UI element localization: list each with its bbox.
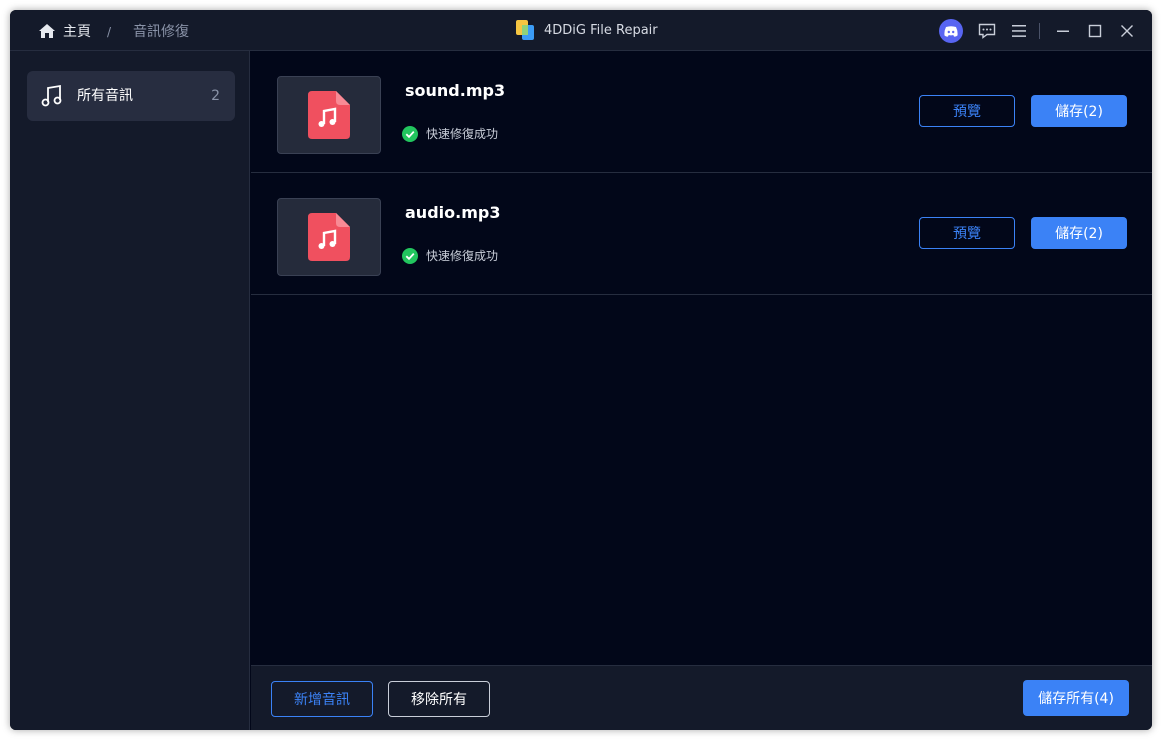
file-row: sound.mp3 快速修復成功 預覽 儲存(2) xyxy=(251,51,1152,173)
close-icon xyxy=(1121,25,1133,37)
preview-button[interactable]: 預覽 xyxy=(919,95,1015,127)
feedback-icon xyxy=(978,23,996,39)
maximize-icon xyxy=(1088,24,1102,38)
sidebar: 所有音訊 2 xyxy=(10,51,250,730)
menu-button[interactable] xyxy=(1007,19,1031,43)
success-check-icon xyxy=(402,248,418,264)
save-button[interactable]: 儲存(2) xyxy=(1031,95,1127,127)
audio-file-icon xyxy=(308,91,350,139)
save-button[interactable]: 儲存(2) xyxy=(1031,217,1127,249)
close-button[interactable] xyxy=(1115,19,1139,43)
discord-button[interactable] xyxy=(939,19,963,43)
file-thumbnail xyxy=(277,76,381,154)
sidebar-item-all-audio[interactable]: 所有音訊 2 xyxy=(27,71,235,121)
sidebar-item-label: 所有音訊 xyxy=(77,88,133,104)
preview-button[interactable]: 預覽 xyxy=(919,217,1015,249)
feedback-button[interactable] xyxy=(975,19,999,43)
add-audio-button[interactable]: 新增音訊 xyxy=(271,681,373,717)
sidebar-item-count: 2 xyxy=(211,88,220,104)
minimize-button[interactable] xyxy=(1051,19,1075,43)
breadcrumb-separator: / xyxy=(107,25,112,39)
repair-status: 快速修復成功 xyxy=(426,127,499,141)
music-note-icon xyxy=(41,84,62,107)
repair-status: 快速修復成功 xyxy=(426,249,499,263)
app-title: 4DDiG File Repair xyxy=(544,23,658,38)
breadcrumb-current: 音訊修復 xyxy=(133,24,189,40)
audio-file-icon xyxy=(308,213,350,261)
save-all-button[interactable]: 儲存所有(4) xyxy=(1023,680,1129,716)
file-name: sound.mp3 xyxy=(405,81,506,100)
breadcrumb-home[interactable]: 主頁 xyxy=(63,23,91,41)
app-window: 主頁 / 音訊修復 4DDiG File Repair 所有音訊 2 sound… xyxy=(10,10,1152,730)
title-bar: 主頁 / 音訊修復 4DDiG File Repair xyxy=(10,10,1152,51)
file-row: audio.mp3 快速修復成功 預覽 儲存(2) xyxy=(251,173,1152,295)
success-check-icon xyxy=(402,126,418,142)
footer-bar: 新增音訊 移除所有 儲存所有(4) xyxy=(251,665,1152,730)
menu-icon xyxy=(1012,25,1026,37)
maximize-button[interactable] xyxy=(1083,19,1107,43)
file-list: sound.mp3 快速修復成功 預覽 儲存(2) audio.mp3 快速修復… xyxy=(251,51,1152,665)
file-thumbnail xyxy=(277,198,381,276)
discord-icon xyxy=(939,19,963,43)
titlebar-divider xyxy=(1039,23,1040,39)
minimize-icon xyxy=(1057,30,1069,32)
remove-all-button[interactable]: 移除所有 xyxy=(388,681,490,717)
file-name: audio.mp3 xyxy=(405,203,501,222)
home-icon[interactable] xyxy=(38,23,56,39)
app-logo-icon xyxy=(516,20,534,40)
